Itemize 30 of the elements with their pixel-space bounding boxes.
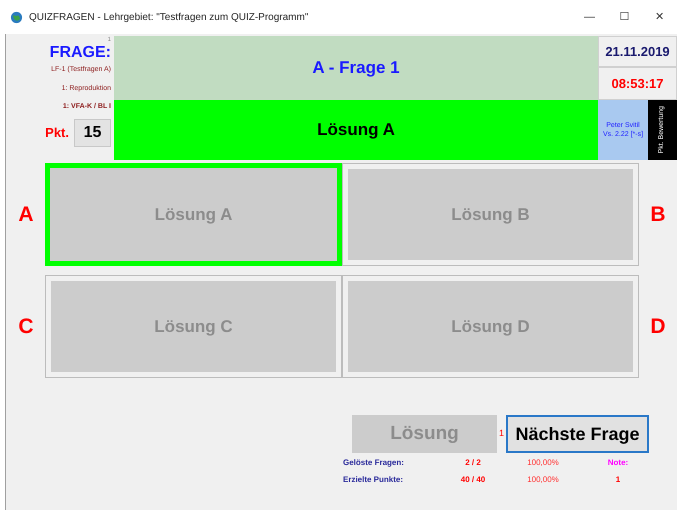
stat-value: 40 / 40: [460, 474, 486, 486]
answer-letter: D: [649, 314, 667, 340]
stat-label: Gelöste Fragen:: [343, 457, 405, 469]
stat-label: Erzielte Punkte:: [343, 474, 404, 486]
grade-label: Note:: [606, 457, 630, 469]
answer-letter: A: [17, 202, 35, 228]
points-value: 15: [74, 118, 111, 146]
date-label: 21.11.2019: [598, 36, 677, 67]
window-title: QUIZFRAGEN - Lehrgebiet: "Testfragen zum QUIZ-Programm": [29, 10, 308, 24]
grade-value: 1: [614, 474, 622, 486]
question-heading: FRAGE:: [50, 44, 111, 62]
attempt-count: 1: [498, 427, 505, 440]
question-banner: A - Frage 1: [114, 36, 598, 100]
stat-value: 2 / 2: [464, 457, 482, 469]
maximize-button[interactable]: ☐: [607, 8, 642, 26]
answer-button[interactable]: Lösung C: [45, 275, 342, 378]
points-label: Pkt.: [45, 124, 69, 142]
answer-button[interactable]: Lösung D: [342, 275, 639, 378]
next-question-button[interactable]: Nächste Frage: [506, 415, 649, 453]
answer-letter: B: [649, 202, 667, 228]
time-label: 08:53:17: [598, 67, 677, 100]
minimize-button[interactable]: —: [572, 8, 607, 26]
globe-icon: [10, 10, 23, 24]
stat-percent: 100,00%: [526, 474, 560, 486]
close-button[interactable]: ✕: [642, 8, 677, 26]
answer-button[interactable]: Lösung A: [45, 163, 342, 266]
answer-letter: C: [17, 314, 35, 340]
answer-button[interactable]: Lösung B: [342, 163, 639, 266]
stat-percent: 100,00%: [526, 457, 560, 469]
solution-banner: Lösung A: [114, 100, 598, 160]
